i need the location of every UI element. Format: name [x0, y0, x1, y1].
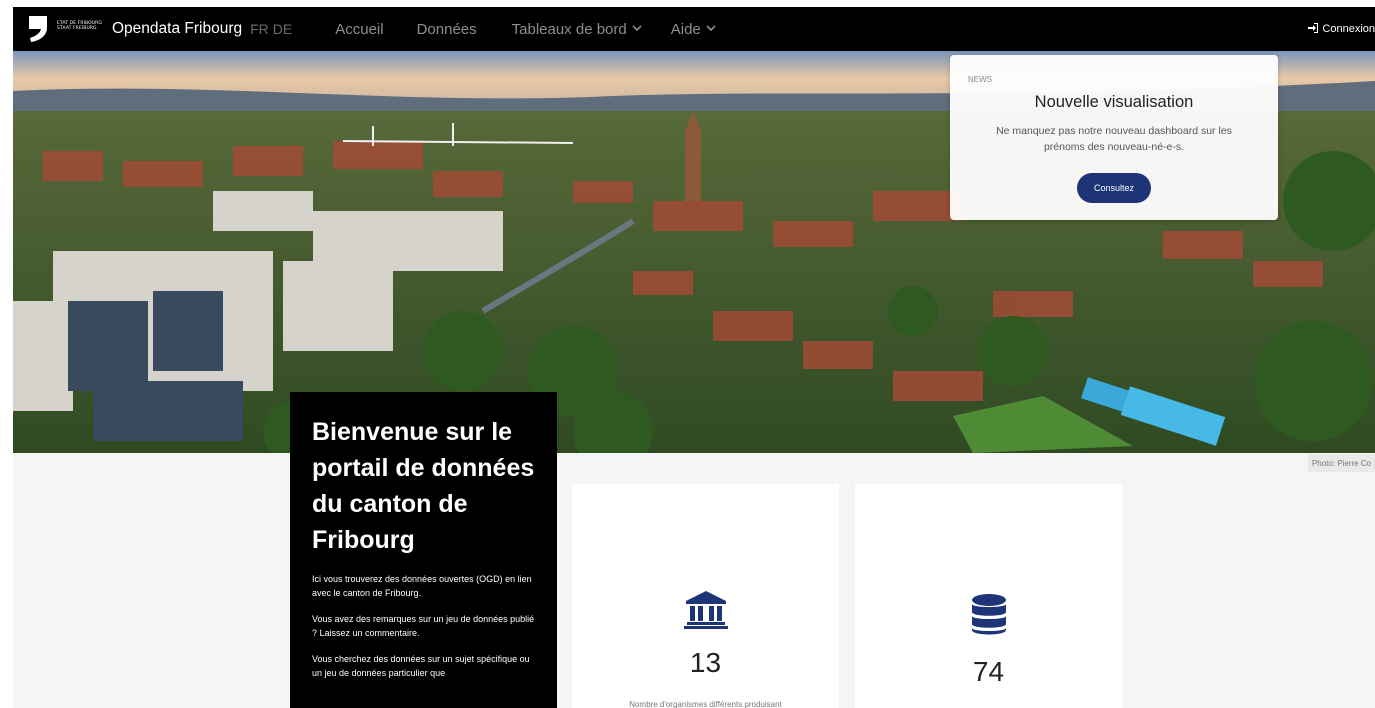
language-switcher: FR DE [250, 21, 292, 37]
sign-in-icon [1308, 22, 1319, 36]
login-link[interactable]: Connexion [1308, 22, 1375, 36]
institution-icon [683, 589, 728, 634]
welcome-title: Bienvenue sur le portail de données du c… [312, 418, 535, 554]
nav-item-label: Aide [670, 20, 701, 38]
nav-item-aide[interactable]: Aide [671, 21, 716, 38]
stat-card-datasets[interactable]: 74 [855, 484, 1122, 708]
fribourg-logo-icon[interactable] [27, 14, 51, 44]
brand-name[interactable]: Opendata Fribourg [112, 20, 242, 38]
news-title: Nouvelle visualisation [1034, 93, 1194, 111]
chevron-down-icon [632, 24, 642, 35]
nav-item-label: Tableaux de bord [511, 20, 627, 38]
nav-item-label: Données [416, 20, 477, 38]
database-icon [971, 594, 1007, 641]
chevron-down-icon [706, 24, 716, 35]
photo-credit: Photo: Pierre Co [1307, 454, 1375, 472]
nav-item-label: Accueil [335, 20, 384, 38]
nav-item-donnees[interactable]: Données [417, 21, 477, 38]
stat-label: Nombre d'organismes différents produisan… [629, 700, 782, 708]
nav-item-accueil[interactable]: Accueil [335, 21, 383, 38]
welcome-paragraph-1: Ici vous trouverez des données ouvertes … [312, 574, 532, 598]
top-navbar: ETAT DE FRIBOURG STAAT FREIBURG Opendata… [13, 7, 1375, 51]
stat-value: 13 [689, 647, 722, 678]
logo-line-2: STAAT FREIBURG [57, 26, 97, 31]
news-text: Ne manquez pas notre nouveau dashboard s… [996, 125, 1232, 153]
news-card: NEWS Nouvelle visualisation Ne manquez p… [950, 55, 1278, 220]
logo-text: ETAT DE FRIBOURG STAAT FREIBURG [57, 11, 102, 41]
left-margin [0, 0, 13, 708]
welcome-paragraph-2: Vous avez des remarques sur un jeu de do… [312, 614, 535, 638]
stat-card-organizations[interactable]: 13 Nombre d'organismes différents produi… [572, 484, 839, 708]
nav-item-tableaux-de-bord[interactable]: Tableaux de bord [512, 21, 642, 38]
consultez-button[interactable]: Consultez [1077, 173, 1151, 203]
lang-fr-link[interactable]: FR [250, 21, 269, 37]
login-label: Connexion [1322, 23, 1375, 35]
stat-value: 74 [972, 656, 1005, 687]
welcome-paragraph-3: Vous cherchez des données sur un sujet s… [312, 654, 530, 678]
welcome-panel: Bienvenue sur le portail de données du c… [290, 392, 557, 708]
main-menu: Accueil Données Tableaux de bord Aide [335, 21, 716, 38]
news-tag: NEWS [968, 75, 992, 84]
lang-de-link[interactable]: DE [273, 21, 292, 37]
